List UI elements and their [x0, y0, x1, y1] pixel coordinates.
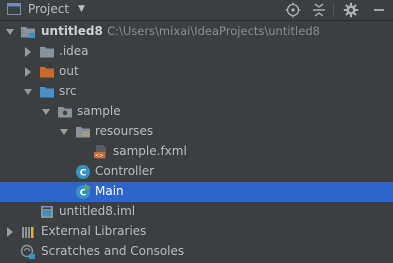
scratches-icon [20, 244, 35, 259]
collapsed-arrow-icon[interactable] [22, 65, 34, 79]
iml-label: untitled8.iml [59, 204, 136, 218]
idea-label: .idea [59, 44, 89, 58]
tree-node-idea[interactable]: .idea [0, 42, 393, 62]
dropdown-caret-icon[interactable]: ▼ [78, 4, 85, 14]
collapse-all-icon[interactable] [310, 1, 328, 19]
package-icon [58, 107, 72, 118]
expanded-arrow-icon[interactable] [58, 125, 70, 139]
module-folder-icon [21, 27, 35, 38]
external-libraries-label: External Libraries [41, 224, 147, 238]
src-label: src [59, 84, 77, 98]
resources-folder-icon [76, 127, 90, 138]
root-name: untitled8 [41, 24, 103, 38]
sample-label: sample [77, 104, 121, 118]
out-label: out [59, 64, 79, 78]
tree-node-main[interactable]: C Main [0, 182, 393, 202]
gear-icon[interactable] [342, 1, 360, 19]
resourses-label: resourses [95, 124, 154, 138]
collapsed-arrow-icon[interactable] [22, 45, 34, 59]
folder-icon [40, 47, 54, 58]
hide-panel-icon[interactable] [370, 1, 388, 19]
tree-node-resourses[interactable]: resourses [0, 122, 393, 142]
module-file-icon [41, 206, 53, 218]
excluded-folder-icon [40, 67, 54, 78]
tree-node-controller[interactable]: C Controller [0, 162, 393, 182]
scratches-label: Scratches and Consoles [41, 244, 185, 258]
tree-node-root[interactable]: untitled8 C:\Users\mixai\IdeaProjects\un… [0, 22, 393, 42]
panel-title[interactable]: Project [28, 2, 69, 16]
sample-fxml-label: sample.fxml [113, 144, 187, 158]
tree-node-iml[interactable]: untitled8.iml [0, 202, 393, 222]
project-toolbar: Project ▼ [0, 0, 393, 21]
java-class-icon: C [76, 165, 90, 179]
expanded-arrow-icon[interactable] [4, 25, 16, 39]
runnable-class-icon: C [76, 184, 91, 199]
controller-label: Controller [95, 164, 155, 178]
main-label: Main [95, 184, 124, 198]
tree-node-external-libraries[interactable]: External Libraries [0, 222, 393, 242]
toolbar-separator [333, 3, 334, 17]
tree-node-src[interactable]: src [0, 82, 393, 102]
tree-node-sample-fxml[interactable]: <> sample.fxml [0, 142, 393, 162]
libraries-icon [22, 227, 34, 238]
tree-node-scratches[interactable]: Scratches and Consoles [0, 242, 393, 262]
project-tree: untitled8 C:\Users\mixai\IdeaProjects\un… [0, 21, 393, 263]
source-folder-icon [40, 87, 54, 98]
root-label: untitled8 C:\Users\mixai\IdeaProjects\un… [41, 24, 320, 38]
tree-node-out[interactable]: out [0, 62, 393, 82]
expanded-arrow-icon[interactable] [40, 105, 52, 119]
expanded-arrow-icon[interactable] [22, 85, 34, 99]
root-path: C:\Users\mixai\IdeaProjects\untitled8 [107, 24, 320, 38]
project-icon [7, 3, 21, 15]
collapsed-arrow-icon[interactable] [4, 225, 16, 239]
crosshair-icon[interactable] [284, 1, 302, 19]
svg-text:<>: <> [95, 153, 103, 159]
svg-text:C: C [80, 169, 87, 179]
tree-node-sample[interactable]: sample [0, 102, 393, 122]
fxml-file-icon: <> [94, 145, 106, 159]
